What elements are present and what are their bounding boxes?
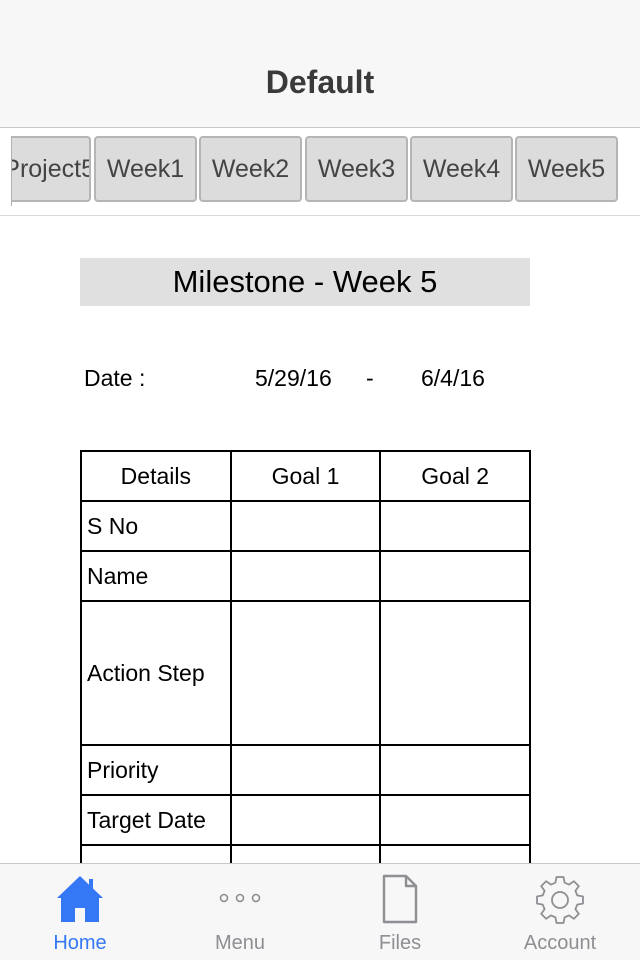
tab-week5[interactable]: Week5	[515, 136, 618, 202]
tabbar-menu[interactable]: Menu	[160, 864, 320, 960]
tabbar-label: Home	[53, 932, 107, 954]
column-header-goal-2: Goal 2	[379, 450, 531, 502]
column-header-details: Details	[80, 450, 232, 502]
navigation-bar: Default	[0, 0, 640, 128]
tab-week3[interactable]: Week3	[305, 136, 408, 202]
screen: Default Project5 Week1 Week2 Week3 Week4…	[0, 0, 640, 960]
tab-label: Week2	[211, 154, 290, 183]
tab-week2[interactable]: Week2	[199, 136, 302, 202]
row-label-s-no: S No	[80, 500, 232, 552]
goal-2-cell[interactable]	[379, 500, 531, 552]
column-header-goal-1: Goal 1	[229, 450, 382, 502]
goal-2-cell[interactable]	[379, 600, 531, 746]
tab-week4[interactable]: Week4	[410, 136, 513, 202]
table-row: S No	[80, 500, 531, 552]
file-icon	[382, 874, 418, 924]
home-icon	[57, 876, 103, 922]
tabbar-label: Menu	[214, 932, 266, 954]
tabbar-account[interactable]: Account	[480, 864, 640, 960]
goal-1-cell[interactable]	[229, 744, 382, 796]
date-end: 6/4/16	[421, 365, 485, 391]
goal-2-cell[interactable]	[379, 794, 531, 846]
row-label-name: Name	[80, 550, 232, 602]
bottom-tab-bar: Home Menu Files Account	[0, 863, 640, 960]
week-tab-scroll[interactable]: Project5 Week1 Week2 Week3 Week4 Week5	[11, 136, 640, 206]
tabbar-label: Files	[378, 932, 422, 954]
goal-2-cell[interactable]	[379, 844, 531, 863]
tab-week1[interactable]: Week1	[94, 136, 197, 202]
goal-2-cell[interactable]	[379, 744, 531, 796]
row-label-action-step: Action Step	[80, 600, 232, 746]
date-separator: -	[366, 365, 374, 391]
tabbar-label: Account	[523, 932, 597, 954]
goal-1-cell[interactable]	[229, 550, 382, 602]
gear-icon	[536, 876, 584, 924]
more-dots-icon	[219, 893, 261, 903]
goal-1-cell[interactable]	[229, 500, 382, 552]
tab-label: Week4	[422, 154, 501, 183]
row-label-target-date: Target Date	[80, 794, 232, 846]
table-row: Name	[80, 550, 531, 602]
row-label-priority: Priority	[80, 744, 232, 796]
tabbar-files[interactable]: Files	[320, 864, 480, 960]
milestone-heading: Milestone - Week 5	[80, 258, 530, 306]
tabbar-home[interactable]: Home	[0, 864, 160, 960]
week-tab-strip[interactable]: Project5 Week1 Week2 Week3 Week4 Week5	[0, 128, 640, 216]
date-start: 5/29/16	[255, 365, 332, 391]
row-label	[80, 844, 232, 863]
tab-project5[interactable]: Project5	[12, 136, 91, 202]
tab-label: Week1	[106, 154, 185, 183]
date-label: Date :	[84, 365, 146, 391]
goal-1-cell[interactable]	[229, 600, 382, 746]
goals-table-container: Details Goal 1 Goal 2 S No Name Action S…	[80, 450, 532, 863]
table-row	[80, 844, 531, 863]
goal-2-cell[interactable]	[379, 550, 531, 602]
tab-label: Week5	[527, 154, 606, 183]
table-row: Target Date	[80, 794, 531, 846]
goals-table: Details Goal 1 Goal 2 S No Name Action S…	[80, 450, 531, 863]
goal-1-cell[interactable]	[229, 844, 382, 863]
tab-label: Project5	[12, 154, 91, 183]
tab-label: Week3	[317, 154, 396, 183]
table-row: Action Step	[80, 600, 531, 746]
page-title: Default	[265, 64, 375, 100]
table-row: Priority	[80, 744, 531, 796]
goal-1-cell[interactable]	[229, 794, 382, 846]
